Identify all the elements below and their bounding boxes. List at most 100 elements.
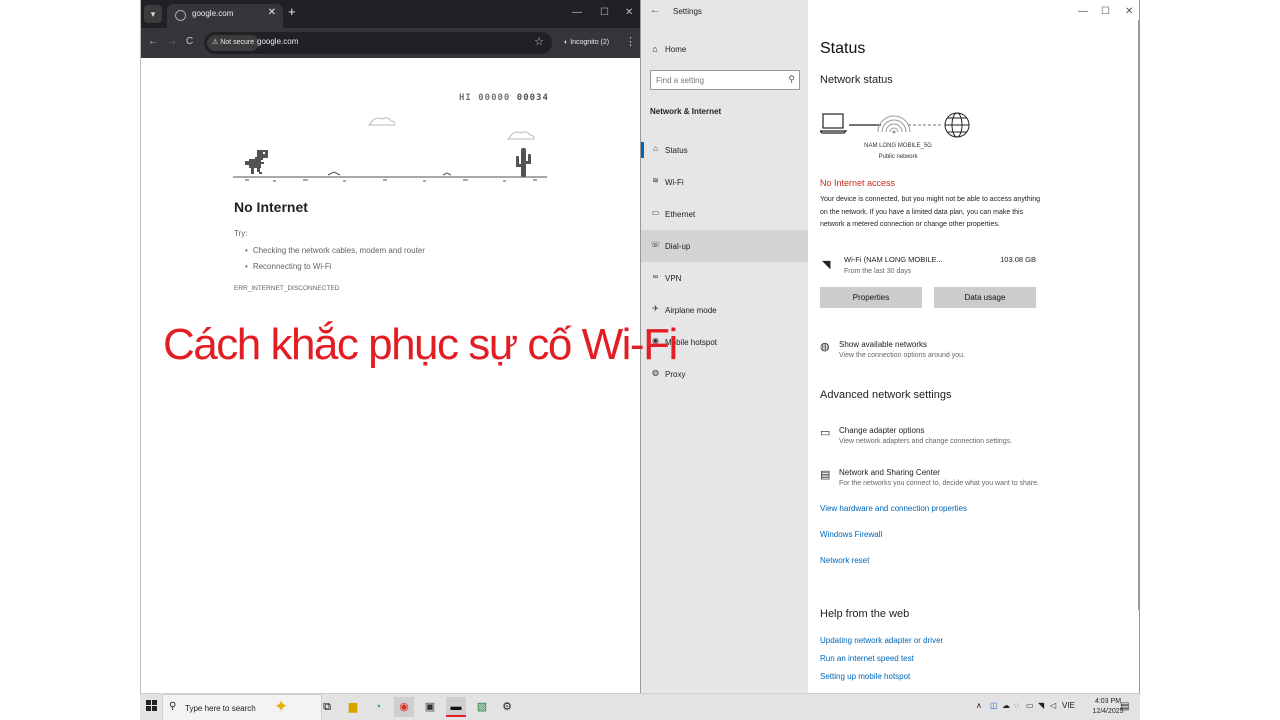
chrome-icon[interactable]: ◉ — [394, 697, 414, 717]
globe-icon: ◍ — [820, 341, 830, 353]
sticky-notes-icon[interactable]: ▣ — [420, 697, 440, 717]
no-internet-description: Your device is connected, but you might … — [820, 196, 1040, 228]
advanced-settings-heading: Advanced network settings — [820, 389, 952, 401]
nav-item-vpn[interactable]: ∞ VPN — [641, 262, 808, 294]
dino-game-canvas[interactable] — [233, 114, 549, 184]
network-status-heading: Network status — [820, 74, 893, 86]
help-link-hotspot[interactable]: Setting up mobile hotspot — [820, 672, 910, 681]
nav-item-label: VPN — [665, 274, 682, 283]
network-reset-link[interactable]: Network reset — [820, 556, 869, 565]
nav-section-title: Network & Internet — [650, 107, 722, 116]
globe-favicon-icon — [175, 10, 186, 21]
bookmark-star-icon[interactable]: ☆ — [534, 35, 544, 48]
back-arrow-icon[interactable]: ← — [650, 5, 660, 16]
nav-item-ethernet[interactable]: ▭ Ethernet — [641, 198, 808, 230]
close-window-button[interactable]: ✕ — [1125, 6, 1133, 18]
chrome-tab-bar: ▾ google.com ✕ + — ☐ ✕ — [141, 0, 641, 28]
hardware-properties-link[interactable]: View hardware and connection properties — [820, 504, 967, 513]
tray-cloud-icon[interactable]: ☁ — [1002, 701, 1010, 710]
search-icon: ⚲ — [169, 701, 177, 712]
dino-current-score: 00034 — [516, 93, 549, 103]
show-available-networks[interactable]: ◍ Show available networks View the conne… — [820, 340, 1120, 366]
help-heading: Help from the web — [820, 608, 910, 620]
tray-volume-icon[interactable]: ◁ — [1050, 701, 1056, 710]
nav-item-label: Dial-up — [665, 242, 691, 251]
excel-icon[interactable]: ▧ — [472, 697, 492, 717]
cloud-icon — [367, 117, 396, 126]
error-code: ERR_INTERNET_DISCONNECTED — [234, 285, 340, 292]
settings-app-title: Settings — [673, 7, 702, 16]
monitor-icon: ▭ — [820, 427, 831, 439]
notification-icon[interactable]: ▤ — [1120, 701, 1129, 712]
address-bar[interactable]: ⚠ Not secure google.com ☆ — [204, 32, 552, 54]
settings-main: — ☐ ✕ Status Network status NAM LONG MOB… — [808, 0, 1140, 693]
tray-battery-icon[interactable]: ▭ — [1026, 701, 1034, 710]
settings-search-input[interactable]: Find a setting ⚲ — [650, 70, 800, 90]
option-title: Network and Sharing Center — [839, 468, 940, 477]
browser-tab[interactable]: google.com ✕ — [167, 4, 283, 28]
home-label: Home — [665, 45, 687, 54]
nav-item-wifi[interactable]: ≋ Wi-Fi — [641, 166, 808, 198]
back-button[interactable]: ← — [148, 36, 158, 48]
scrollbar[interactable] — [1138, 20, 1140, 610]
properties-button[interactable]: Properties — [820, 287, 922, 308]
chrome-page: HI 00000 00034 No Internet Try: • Checki… — [141, 58, 641, 693]
wifi-icon: ≋ — [652, 176, 659, 185]
tab-search-chevron-down-icon[interactable]: ▾ — [144, 5, 162, 23]
minimize-button[interactable]: — — [1078, 6, 1088, 18]
maximize-button[interactable]: ☐ — [1101, 6, 1110, 18]
change-adapter-options[interactable]: ▭ Change adapter options View network ad… — [820, 426, 1120, 452]
incognito-button[interactable]: ◐ Incognito (2) — [558, 34, 615, 52]
nav-item-dial-up[interactable]: ☏ Dial-up — [641, 230, 808, 262]
windows-firewall-link[interactable]: Windows Firewall — [820, 530, 882, 539]
minimize-button[interactable]: — — [572, 7, 582, 19]
tray-chevron-icon[interactable]: ∧ — [976, 701, 982, 710]
overlay-headline: Cách khắc phục sự cố Wi-Fi — [163, 320, 678, 369]
dino-hi-score: HI 00000 — [459, 93, 511, 103]
settings-window: ← Settings ⌂ Home Find a setting ⚲ Networ… — [640, 0, 1140, 693]
tray-wifi-icon[interactable]: ◥ — [1038, 701, 1044, 710]
new-tab-button[interactable]: + — [288, 5, 296, 19]
taskbar-search-input[interactable]: ⚲ Type here to search ✦ — [162, 694, 322, 720]
url-text[interactable]: google.com — [257, 37, 298, 46]
help-link-speed-test[interactable]: Run an internet speed test — [820, 654, 914, 663]
close-window-button[interactable]: ✕ — [625, 7, 633, 19]
reload-button[interactable]: C — [186, 36, 193, 48]
app-icon[interactable]: ◔ — [368, 697, 388, 717]
wifi-signal-icon — [877, 115, 911, 134]
settings-gear-icon[interactable]: ⚙ — [497, 697, 517, 717]
windows-start-icon[interactable] — [146, 700, 158, 712]
home-nav-item[interactable]: ⌂ Home — [649, 40, 686, 58]
dino-score: HI 00000 00034 — [459, 93, 549, 103]
search-placeholder: Find a setting — [656, 76, 705, 85]
keyboard-language[interactable]: VIE — [1062, 701, 1075, 710]
ethernet-icon: ▭ — [651, 208, 660, 217]
nav-item-status[interactable]: ⌂ Status — [641, 134, 808, 166]
suggestion-list: Checking the network cables, modem and r… — [245, 243, 425, 275]
vpn-icon: ∞ — [652, 272, 659, 281]
tab-title: google.com — [192, 9, 234, 18]
help-link-adapter[interactable]: Updating network adapter or driver — [820, 636, 943, 645]
maximize-button[interactable]: ☐ — [600, 7, 609, 19]
forward-button[interactable]: → — [167, 36, 177, 48]
printer-icon: ▤ — [820, 469, 831, 481]
not-secure-chip[interactable]: ⚠ Not secure — [207, 35, 260, 51]
cactus-icon — [516, 148, 531, 177]
task-view-icon[interactable]: ⧉ — [317, 697, 337, 717]
tray-app-icon[interactable]: ◫ — [990, 701, 998, 710]
network-sharing-center[interactable]: ▤ Network and Sharing Center For the net… — [820, 468, 1120, 494]
home-icon: ⌂ — [652, 44, 658, 54]
wifi-icon: ◥ — [822, 259, 831, 271]
chrome-menu-icon[interactable]: ⋮ — [625, 35, 636, 49]
wifi-connection-name: Wi-Fi (NAM LONG MOBILE... — [844, 255, 943, 264]
network-name: NAM LONG MOBILE_5G — [864, 143, 932, 149]
terminal-icon[interactable]: ▬ — [446, 697, 466, 717]
nav-item-label: Airplane mode — [665, 306, 717, 315]
data-usage-button[interactable]: Data usage — [934, 287, 1036, 308]
tab-close-icon[interactable]: ✕ — [268, 7, 276, 18]
wifi-usage-period: From the last 30 days — [844, 268, 912, 275]
try-label: Try: — [234, 229, 248, 238]
chrome-toolbar: ← → C ⚠ Not secure google.com ☆ ◐ Incogn… — [141, 28, 641, 58]
file-explorer-icon[interactable]: ▆ — [343, 697, 363, 717]
tray-network-icon[interactable]: ◌ — [1014, 701, 1019, 710]
